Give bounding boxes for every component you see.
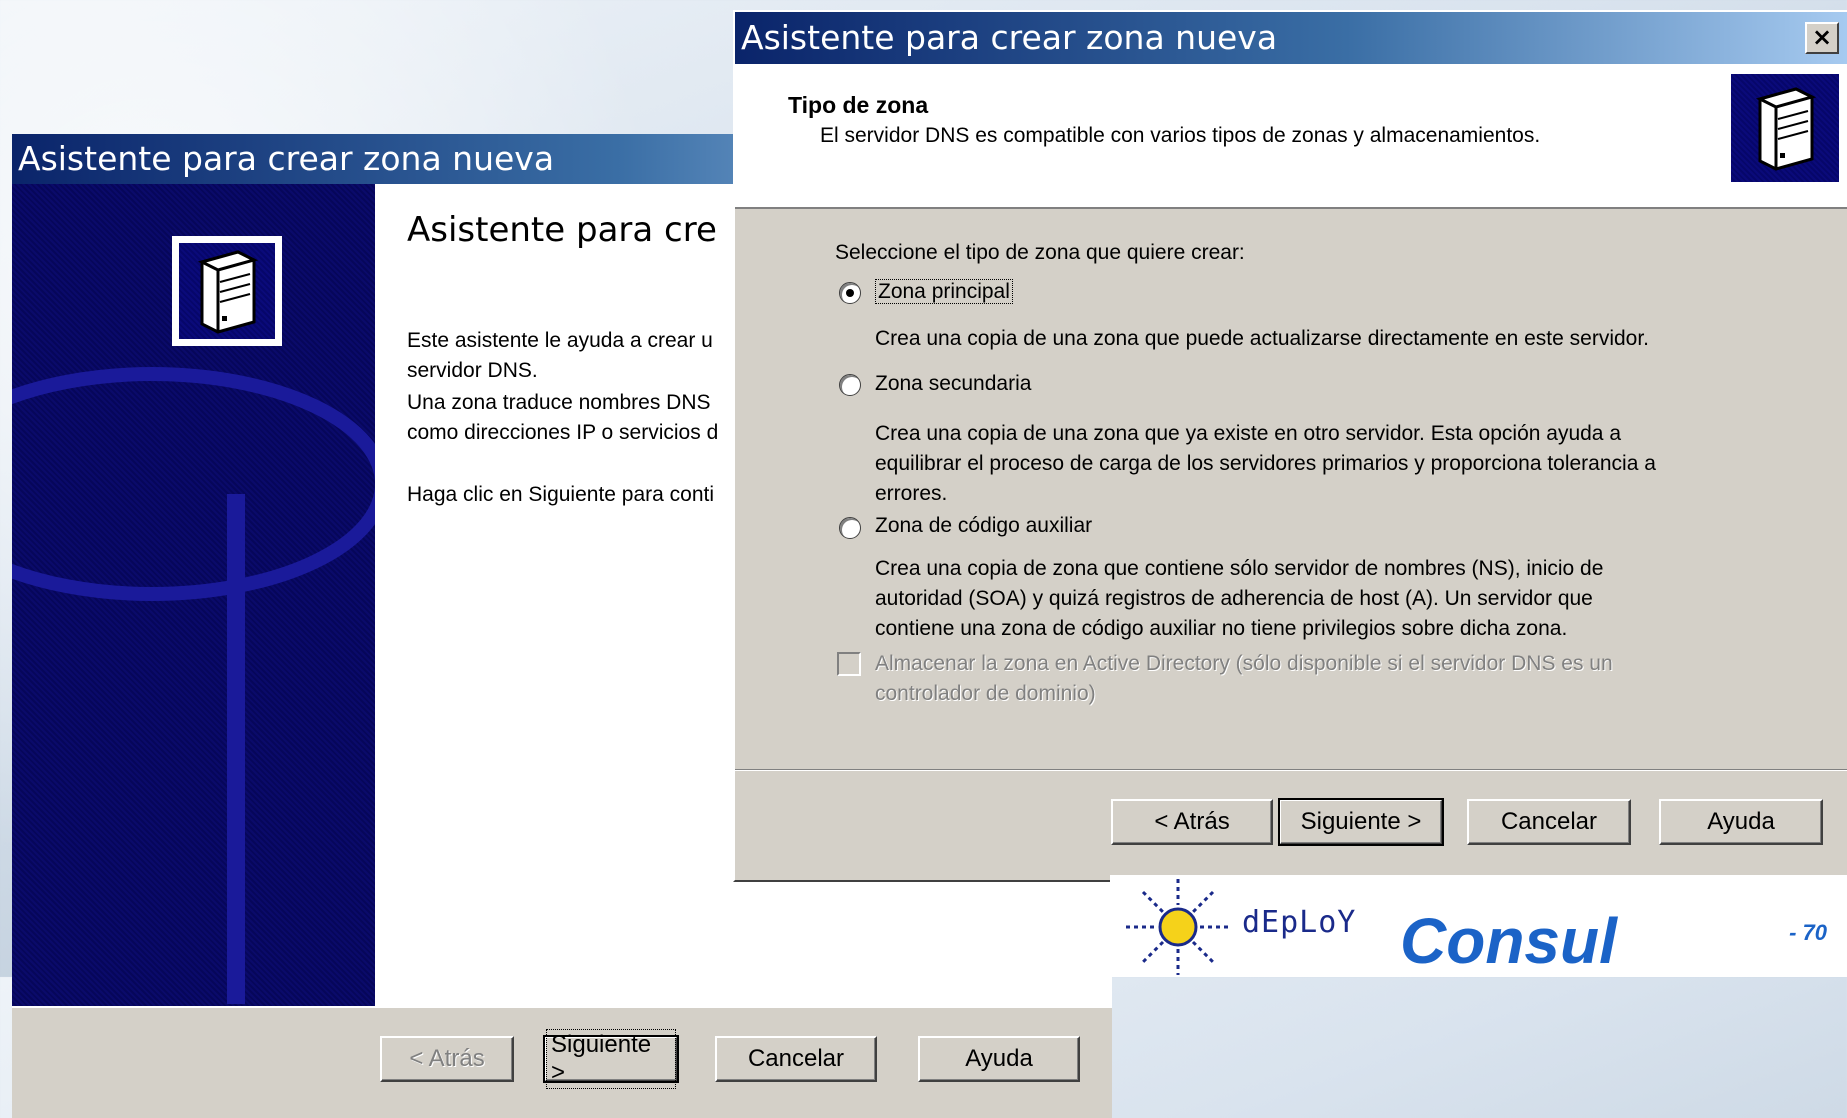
front-window-title: Asistente para crear zona nueva [735, 12, 1847, 64]
wizard-side-panel [12, 184, 375, 1006]
store-in-active-directory-label[interactable]: Almacenar la zona en Active Directory (s… [875, 649, 1613, 709]
page-subtitle: El servidor DNS es compatible con varios… [820, 124, 1541, 147]
front-window-title-text: Asistente para crear zona nueva [741, 18, 1278, 57]
back-window-help-button[interactable]: Ayuda [918, 1036, 1080, 1082]
next-button[interactable]: Siguiente > [1278, 798, 1444, 846]
radio-selected-dot [846, 289, 854, 297]
stub-zone-description-line-2: autoridad (SOA) y quizá registros de adh… [875, 587, 1593, 610]
primary-zone-description: Crea una copia de una zona que puede act… [875, 327, 1650, 350]
secondary-zone-description-line-2: equilibrar el proceso de carga de los se… [875, 452, 1656, 475]
deploy-logo-text: dEpLoY [1242, 905, 1357, 940]
close-button[interactable]: × [1805, 22, 1839, 54]
back-window-footer: < Atrás Siguiente > Cancelar Ayuda [12, 1006, 1112, 1118]
wizard-page-header: Tipo de zona El servidor DNS es compatib… [735, 64, 1847, 209]
active-directory-label-line-2: controlador de dominio) [875, 682, 1096, 705]
next-button-label: Siguiente > [546, 1029, 676, 1089]
stub-zone-description: Crea una copia de zona que contiene sólo… [875, 554, 1603, 644]
secondary-zone-description: Crea una copia de una zona que ya existe… [875, 419, 1656, 509]
primary-zone-label-text: Zona principal [875, 279, 1013, 304]
deploy-logo-icon [1126, 879, 1230, 975]
help-button[interactable]: Ayuda [1659, 799, 1823, 845]
active-directory-label-line-1: Almacenar la zona en Active Directory (s… [875, 652, 1613, 675]
server-icon [197, 250, 259, 334]
zone-type-options: Seleccione el tipo de zona que quiere cr… [735, 209, 1847, 769]
zone-type-prompt: Seleccione el tipo de zona que quiere cr… [835, 241, 1245, 264]
branding-strip: dEpLoY Consul - 70 [1110, 875, 1847, 977]
consulintel-logo: Consul [1400, 905, 1617, 977]
page-number: - 70 [1789, 920, 1827, 945]
stub-zone-radio[interactable] [839, 517, 861, 539]
footer-divider [735, 769, 1847, 771]
page-title: Tipo de zona [788, 92, 929, 118]
stub-zone-description-line-3: contiene una zona de código auxiliar no … [875, 617, 1568, 640]
secondary-zone-radio[interactable] [839, 374, 861, 396]
wizard-window-zone-type: Asistente para crear zona nueva × Tipo d… [733, 10, 1847, 882]
stub-zone-description-line-1: Crea una copia de zona que contiene sólo… [875, 557, 1604, 580]
stub-zone-label[interactable]: Zona de código auxiliar [875, 511, 1092, 541]
server-icon-box [172, 236, 282, 346]
secondary-zone-description-line-3: errores. [875, 482, 948, 505]
back-window-next-button[interactable]: Siguiente > [543, 1029, 679, 1089]
primary-zone-radio[interactable] [839, 282, 861, 304]
back-window-cancel-button[interactable]: Cancelar [715, 1036, 877, 1082]
secondary-zone-label[interactable]: Zona secundaria [875, 369, 1031, 399]
cancel-button[interactable]: Cancelar [1467, 799, 1631, 845]
primary-zone-label[interactable]: Zona principal [875, 277, 1013, 307]
back-button[interactable]: < Atrás [1111, 799, 1273, 845]
back-window-back-button[interactable]: < Atrás [380, 1036, 514, 1082]
secondary-zone-description-line-1: Crea una copia de una zona que ya existe… [875, 422, 1621, 445]
dns-server-icon [1731, 74, 1839, 182]
welcome-heading: Asistente para cre [407, 210, 717, 250]
store-in-active-directory-checkbox[interactable] [837, 652, 861, 676]
